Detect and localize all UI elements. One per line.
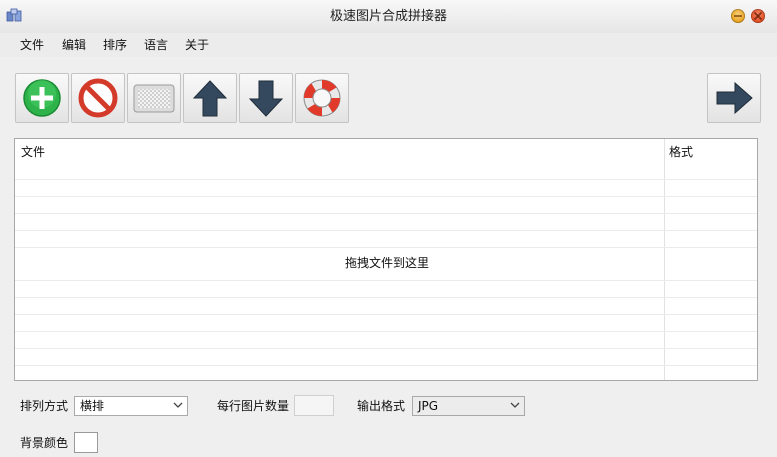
remove-button[interactable] (71, 73, 125, 123)
remove-icon (78, 78, 118, 118)
menu-edit[interactable]: 编辑 (62, 33, 86, 57)
next-button[interactable] (707, 73, 761, 123)
row-divider (15, 196, 757, 197)
row-divider (15, 179, 757, 180)
bg-color-label: 背景颜色 (20, 436, 69, 450)
title-bar: 极速图片合成拼接器 (0, 0, 777, 33)
menu-about[interactable]: 关于 (185, 33, 209, 57)
drop-hint: 拖拽文件到这里 (344, 256, 429, 270)
help-button[interactable] (295, 73, 349, 123)
move-down-button[interactable] (239, 73, 293, 123)
row-divider (15, 331, 757, 332)
column-header-format[interactable]: 格式 (669, 139, 693, 163)
move-down-icon (248, 80, 284, 117)
file-list[interactable]: 文件 格式 拖拽文件到这里 (14, 138, 758, 381)
app-window: 极速图片合成拼接器 文件 编辑 排序 语言 关于 文件 格式 拖拽文件到这里 排… (0, 0, 777, 457)
per-row-label: 每行图片数量 (217, 399, 290, 413)
menu-file[interactable]: 文件 (20, 33, 44, 57)
row-divider (15, 230, 757, 231)
add-icon (23, 79, 61, 117)
row-divider (15, 213, 757, 214)
row-divider (15, 365, 757, 366)
row-divider (15, 247, 757, 248)
help-icon (303, 79, 341, 117)
output-format-select[interactable]: JPG (412, 396, 525, 416)
menu-language[interactable]: 语言 (144, 33, 168, 57)
minimize-button[interactable] (731, 9, 745, 23)
row-divider (15, 280, 757, 281)
column-header-file[interactable]: 文件 (21, 139, 45, 163)
arrange-select-value: 横排 (80, 399, 105, 413)
next-icon (716, 81, 753, 115)
minimize-icon (734, 15, 742, 17)
clear-button[interactable] (127, 73, 181, 123)
close-button[interactable] (751, 9, 765, 23)
chevron-down-icon (173, 402, 183, 408)
window-title: 极速图片合成拼接器 (329, 9, 447, 24)
output-format-select-value: JPG (418, 399, 439, 413)
arrange-select[interactable]: 横排 (74, 396, 188, 416)
menu-bar: 文件 编辑 排序 语言 关于 (0, 33, 777, 57)
row-divider (15, 297, 757, 298)
row-divider (15, 314, 757, 315)
clear-icon (133, 84, 175, 113)
menu-sort[interactable]: 排序 (103, 33, 127, 57)
bg-color-swatch[interactable] (74, 432, 98, 453)
add-button[interactable] (15, 73, 69, 123)
move-up-button[interactable] (183, 73, 237, 123)
output-format-label: 输出格式 (357, 399, 406, 413)
move-up-icon (192, 80, 228, 117)
per-row-input[interactable] (294, 395, 334, 416)
chevron-down-icon (510, 402, 520, 408)
arrange-label: 排列方式 (20, 399, 69, 413)
row-divider (15, 348, 757, 349)
